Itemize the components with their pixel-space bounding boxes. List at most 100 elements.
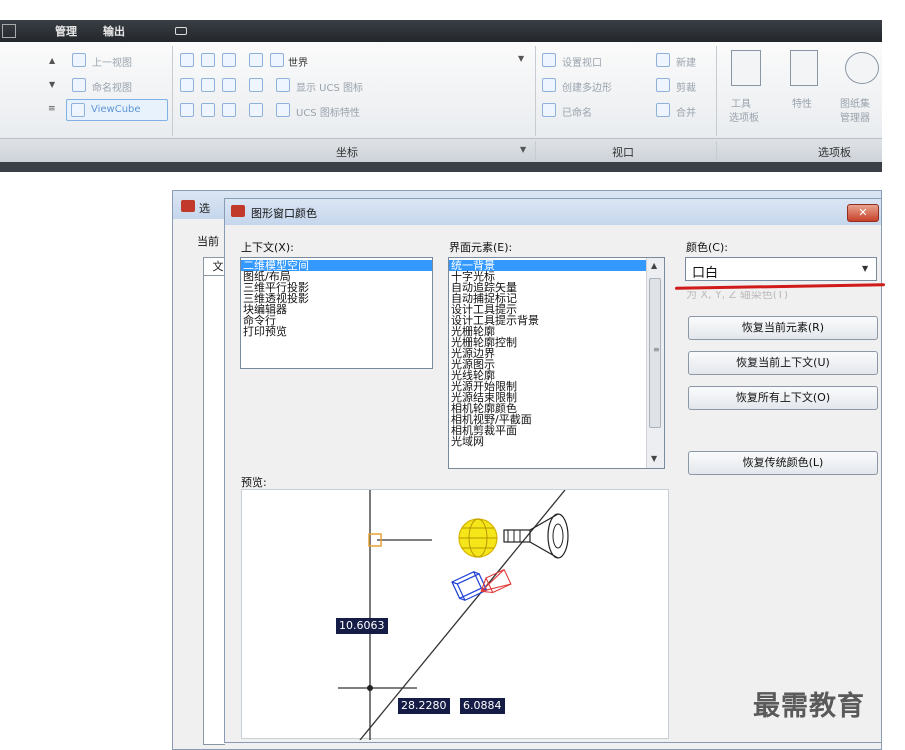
ucs-props-icon [276,103,290,117]
scroll-up-icon[interactable]: ▲ [651,261,657,270]
separator [172,46,173,136]
panel-expand-icon[interactable]: ▼ [520,145,526,154]
current-profile-label: 当前 [197,235,219,248]
separator [535,141,536,161]
ucs-icon[interactable] [249,53,263,67]
autocad-logo-icon [231,205,245,217]
context-list-item[interactable]: 打印预览 [241,326,432,337]
join-button[interactable]: 合并 [676,104,696,119]
ucs-world-dropdown[interactable]: 世界 ▼ [270,51,530,69]
context-listbox[interactable]: 二维模型空间 图纸/布局 三维平行投影 三维透视投影 块编辑器 命令行 打印预览 [240,257,433,369]
close-icon: ✕ [858,206,868,219]
preview-pane: 10.6063 28.2280 6.0884 [241,489,669,740]
scroll-up-icon[interactable]: ▲ [49,56,55,65]
ucs-icon[interactable] [180,78,194,92]
named-views-icon [72,78,86,92]
tab-files-label: 文 [212,260,224,273]
viewcube-label: ViewCube [91,104,141,115]
show-ucs-icon [276,78,290,92]
named-views-button[interactable]: 命名视图 [92,79,132,94]
tab-manage[interactable]: 管理 [55,23,77,39]
ucs-icon[interactable] [222,103,236,117]
properties-icon[interactable] [790,50,818,86]
dialog-titlebar: 图形窗口颜色 ✕ [225,199,881,225]
clip-icon [656,78,670,92]
app-menu-icon[interactable] [2,24,16,38]
prev-view-icon [72,53,86,67]
ucs-icon[interactable] [201,78,215,92]
restore-current-element-button[interactable]: 恢复当前元素(R) [688,316,878,340]
viewcube-button[interactable]: ViewCube [66,99,168,121]
ucs-icon[interactable] [222,53,236,67]
interface-element-list-item[interactable]: 光域网 [449,436,647,447]
sheet-set-label-1: 图纸集 [840,99,870,110]
join-icon [656,103,670,117]
properties-label: 特性 [792,99,812,110]
ucs-icon[interactable] [180,103,194,117]
red-underline-annotation [674,283,886,290]
separator [535,46,536,136]
separator [716,46,717,136]
color-select[interactable]: 口白 ▼ [685,257,877,281]
restore-classic-colors-button[interactable]: 恢复传统颜色(L) [688,451,878,475]
expand-icon[interactable]: ≡ [48,104,56,114]
grip-icon: ≡ [653,345,660,354]
ucs-icon[interactable] [249,78,263,92]
show-ucs-icon-button[interactable]: 显示 UCS 图标 [296,79,363,94]
viewcube-icon [71,103,85,117]
chevron-down-icon: ▼ [518,54,525,63]
ribbon-panel-bar: 坐标 ▼ 视口 选项板 [0,138,882,163]
panel-label-coordinates: 坐标 [336,146,358,159]
sheet-set-manager-icon[interactable] [845,52,879,84]
tab-output[interactable]: 输出 [103,23,125,39]
coord-readout-y: 10.6063 [336,618,388,634]
options-title: 选 [199,202,210,215]
tint-xyz-label: 为 X, Y, Z 轴染色(T) [686,291,789,299]
coord-readout-z: 6.0884 [460,698,505,714]
named-viewports-button[interactable]: 已命名 [562,104,592,119]
set-viewport-icon [542,53,556,67]
set-viewport-button[interactable]: 设置视口 [562,54,602,69]
prev-view-button[interactable]: 上一视图 [92,54,132,69]
preview-drawing [338,490,569,740]
restore-all-contexts-button[interactable]: 恢复所有上下文(O) [688,386,878,410]
context-label: 上下文(X): [241,241,294,254]
dialog-title: 图形窗口颜色 [251,207,317,220]
new-viewport-button[interactable]: 新建 [676,54,696,69]
sheet-set-label-2: 管理器 [840,113,870,124]
ribbon-bottom-edge [0,162,882,172]
coord-readout-x: 28.2280 [398,698,450,714]
ucs-icon[interactable] [249,103,263,117]
named-viewports-icon [542,103,556,117]
clip-button[interactable]: 剪裁 [676,79,696,94]
tint-xyz-checkbox[interactable]: 为 X, Y, Z 轴染色(T) [686,291,866,299]
tool-palettes-label-2: 选项板 [729,113,759,124]
ucs-icon[interactable] [180,53,194,67]
scroll-down-icon[interactable]: ▼ [49,80,55,89]
world-icon [270,53,284,67]
options-tab-page [203,275,225,745]
ucs-icon-props-button[interactable]: UCS 图标特性 [296,104,360,119]
ucs-icon[interactable] [222,78,236,92]
chevron-down-icon: ▼ [862,264,869,273]
interface-element-listbox[interactable]: 统一背景 十字光标 自动追踪矢量 自动捕捉标记 设计工具提示 设计工具提示背景 光栅轮廓 光栅… [448,257,665,469]
ucs-icon[interactable] [201,103,215,117]
autocad-logo-icon [181,200,195,212]
restore-current-context-button[interactable]: 恢复当前上下文(U) [688,351,878,375]
close-button[interactable]: ✕ [847,204,879,222]
element-list-scrollbar[interactable]: ▲ ≡ ▼ [646,258,664,468]
polygon-viewport-icon [542,78,556,92]
tab-overflow-icon[interactable] [175,27,187,35]
new-viewport-icon [656,53,670,67]
create-polygon-button[interactable]: 创建多边形 [562,79,612,94]
world-label: 世界 [288,58,308,69]
watermark-logo: 最需教育 [753,691,865,722]
tool-palettes-icon[interactable] [731,50,761,86]
scroll-down-icon[interactable]: ▼ [651,454,657,463]
drawing-window-colors-dialog: 图形窗口颜色 ✕ 上下文(X): 二维模型空间 图纸/布局 三维平行投影 三维透视投影… [224,198,886,743]
scrollbar-thumb[interactable]: ≡ [649,278,661,428]
ucs-icon[interactable] [201,53,215,67]
panel-label-palettes: 选项板 [818,146,851,159]
interface-element-label: 界面元素(E): [449,241,513,254]
tool-palettes-label-1: 工具 [731,99,751,110]
